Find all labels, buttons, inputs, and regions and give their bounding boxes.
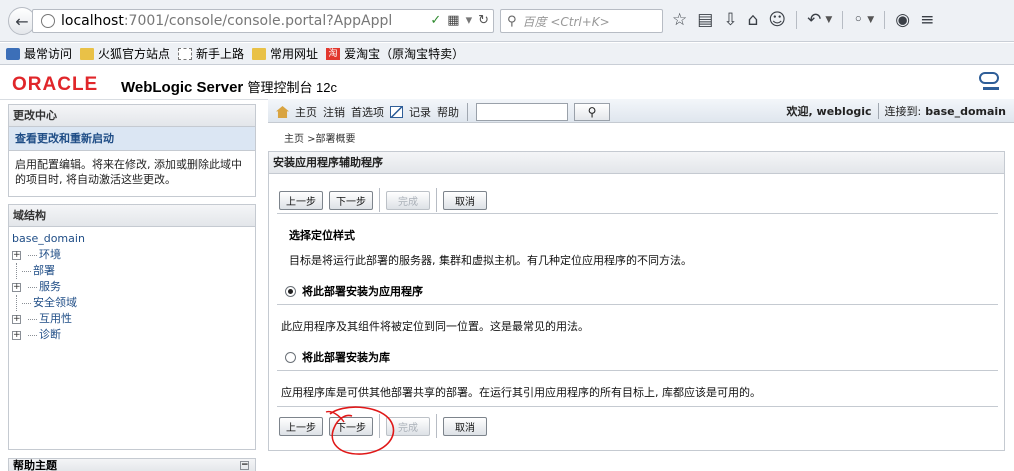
option-lib-desc: 应用程序库是可供其他部署共享的部署。在运行其引用应用程序的所有目标上, 库都应该… [281,386,761,399]
collapse-minus-icon[interactable]: − [240,461,249,470]
wizard-title: 安装应用程序辅助程序 [269,152,1004,174]
option-app-label[interactable]: 将此部署安装为应用程序 [302,283,423,299]
bookmark-item[interactable]: 淘 爱淘宝（原淘宝特卖） [326,45,464,62]
gear-icon [6,47,20,60]
cancel-button[interactable]: 取消 [443,190,487,210]
option-lib-label[interactable]: 将此部署安装为库 [302,349,390,365]
tree-node-services[interactable]: 服务 [39,279,61,295]
domain-tree: base_domain + 环境 部署 + 服务 安全领域 + 互用性 + 诊断 [9,227,255,347]
url-bar[interactable]: localhost :7001/console/console.portal?A… [32,9,494,33]
console-top-nav: 主页 注销 首选项 记录 帮助 ⚲ 欢迎, weblogic 连接到: base… [268,99,1014,123]
logout-link[interactable]: 注销 [323,104,345,120]
reading-list-icon[interactable]: ▤ [697,10,713,30]
smiley-icon[interactable]: ☺ [768,10,786,30]
option-app-desc: 此应用程序及其组件将被定位到同一位置。这是最常见的用法。 [281,320,589,333]
expand-plus-icon[interactable]: + [12,314,21,324]
search-input[interactable]: ⚲ 百度 <Ctrl+K> [500,9,663,33]
bookmark-item[interactable]: 最常访问 [6,45,72,62]
browser-navbar: ← localhost :7001/console/console.portal… [0,0,1014,42]
change-center-text: 启用配置编辑。将来在修改, 添加或删除此域中的项目时, 将自动激活这些更改。 [15,158,242,186]
preferences-link[interactable]: 首选项 [351,104,384,120]
breadcrumb[interactable]: 主页 >部署概要 [284,130,356,145]
url-host: localhost [61,13,124,29]
home-icon [276,106,289,118]
bookmark-star-icon[interactable]: ☆ [672,10,687,30]
tree-node-diagnostics[interactable]: 诊断 [39,327,61,343]
radio-install-as-library[interactable] [285,351,296,363]
tree-node-interoperability[interactable]: 互用性 [39,311,72,327]
connected-label: 连接到: [884,105,922,118]
url-path: :7001/console/console.portal?AppApplicat… [123,13,392,29]
search-icon: ⚲ [587,105,597,119]
tree-node-security-realms[interactable]: 安全领域 [33,295,77,311]
product-title: WebLogic Server 管理控制台 12c [121,79,338,96]
undo-arrow-icon[interactable]: ↶ [807,10,821,30]
folder-icon [80,47,95,60]
oracle-logo: ORACLE [12,74,99,95]
record-link[interactable]: 记录 [409,104,431,120]
welcome-text: 欢迎, weblogic [786,105,872,118]
install-wizard-panel: 安装应用程序辅助程序 上一步 下一步 完成 取消 选择定位样式 目标是将运行此部… [268,151,1005,451]
dropdown-arrow-icon[interactable]: ▼ [825,10,832,30]
search-placeholder: 百度 <Ctrl+K> [522,14,610,29]
finish-button[interactable]: 完成 [386,190,430,210]
next-button[interactable]: 下一步 [329,190,373,210]
home-icon[interactable]: ⌂ [748,10,759,30]
change-center-panel: 更改中心 查看更改和重新启动 启用配置编辑。将来在修改, 添加或删除此域中的项目… [8,104,256,197]
connected-domain: base_domain [925,104,1006,118]
search-button[interactable]: ⚲ [574,103,610,121]
dashed-page-icon [178,47,193,60]
expand-plus-icon[interactable]: + [12,282,21,292]
console-search-input[interactable] [476,103,568,121]
cancel-button-bottom[interactable]: 取消 [443,416,487,436]
crop-icon[interactable]: ◦ [853,10,863,30]
reload-icon[interactable]: ↻ [478,13,489,28]
tree-node-deployments[interactable]: 部署 [33,263,55,279]
finish-button-bottom[interactable]: 完成 [386,416,430,436]
back-button-bottom[interactable]: 上一步 [279,416,323,436]
globe-icon [41,14,55,28]
chat-bubble-icon[interactable]: ◉ [895,10,910,30]
bookmark-item[interactable]: 新手上路 [178,45,244,62]
taobao-icon: 淘 [326,47,341,60]
view-changes-link[interactable]: 查看更改和重新启动 [9,127,255,151]
radio-install-as-app[interactable] [285,285,296,297]
folder-icon [252,47,267,60]
qr-code-icon[interactable]: ▦ [447,13,459,28]
shield-check-icon[interactable]: ✓ [430,13,441,28]
download-icon[interactable]: ⇩ [723,10,737,30]
domain-structure-title: 域结构 [9,205,255,227]
oracle-o-icon [979,72,999,90]
help-link[interactable]: 帮助 [437,104,459,120]
next-button-bottom[interactable]: 下一步 [329,416,373,436]
expand-plus-icon[interactable]: + [12,330,21,340]
home-link[interactable]: 主页 [295,104,317,120]
record-chart-icon [390,106,403,118]
bookmarks-toolbar: 最常访问 火狐官方站点 新手上路 常用网址 淘 爱淘宝（原淘宝特卖） [0,43,1014,65]
help-topics-header: 帮助主题 − [8,458,256,471]
menu-icon[interactable]: ≡ [920,10,934,30]
change-center-title: 更改中心 [9,105,255,127]
back-button[interactable]: 上一步 [279,190,323,210]
tree-root-base-domain[interactable]: base_domain [12,231,252,247]
intro-text: 目标是将运行此部署的服务器, 集群和虚拟主机。有几种定位应用程序的不同方法。 [289,254,692,267]
search-icon: ⚲ [507,13,517,29]
domain-structure-panel: 域结构 base_domain + 环境 部署 + 服务 安全领域 + 互用性 + 诊断 [8,204,256,450]
dropdown-arrow-icon[interactable]: ▾ [466,13,473,28]
section-title: 选择定位样式 [289,229,355,242]
tree-node-environment[interactable]: 环境 [39,247,61,263]
dropdown-arrow-icon[interactable]: ▼ [867,10,874,30]
expand-plus-icon[interactable]: + [12,250,21,260]
bookmark-item[interactable]: 火狐官方站点 [80,45,170,62]
console-header: ORACLE WebLogic Server 管理控制台 12c [0,66,1014,100]
bookmark-item[interactable]: 常用网址 [252,45,318,62]
